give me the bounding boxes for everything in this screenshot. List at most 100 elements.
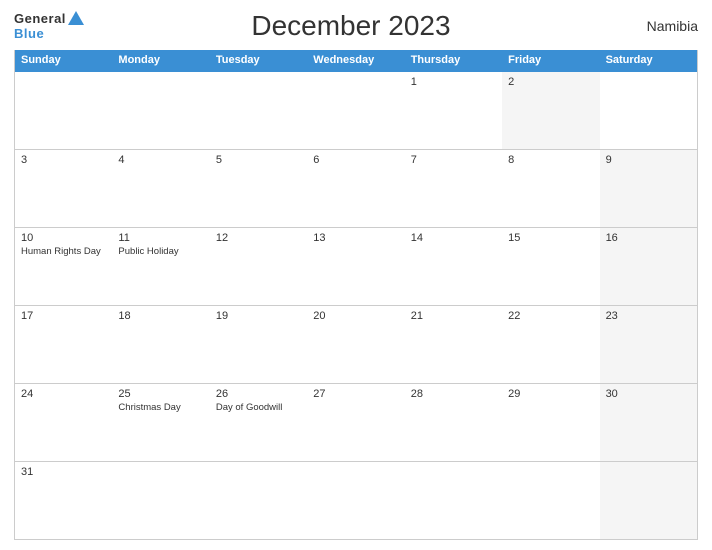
cal-cell-w3-d0: 17 bbox=[15, 306, 112, 383]
day-event: Christmas Day bbox=[118, 402, 203, 414]
cal-cell-w1-d0: 3 bbox=[15, 150, 112, 227]
day-number: 2 bbox=[508, 76, 593, 88]
cal-cell-w3-d6: 23 bbox=[600, 306, 697, 383]
day-number: 8 bbox=[508, 154, 593, 166]
col-wednesday: Wednesday bbox=[307, 50, 404, 70]
calendar-week-2: 10 Human Rights Day 11 Public Holiday 12 13 14… bbox=[15, 227, 697, 305]
day-event: Public Holiday bbox=[118, 246, 203, 258]
col-monday: Monday bbox=[112, 50, 209, 70]
cal-cell-w4-d0: 24 bbox=[15, 384, 112, 461]
cal-cell-w1-d3: 6 bbox=[307, 150, 404, 227]
cal-cell-w5-d5 bbox=[502, 462, 599, 539]
calendar-week-3: 17 18 19 20 21 22 23 bbox=[15, 305, 697, 383]
page-title: December 2023 bbox=[84, 10, 618, 42]
cal-cell-w0-d4: 1 bbox=[405, 72, 502, 149]
day-number: 1 bbox=[411, 76, 496, 88]
cal-cell-w2-d2: 12 bbox=[210, 228, 307, 305]
logo-blue-text: Blue bbox=[14, 26, 44, 41]
day-number: 30 bbox=[606, 388, 691, 400]
cal-cell-w3-d1: 18 bbox=[112, 306, 209, 383]
cal-cell-w4-d1: 25 Christmas Day bbox=[112, 384, 209, 461]
day-number: 3 bbox=[21, 154, 106, 166]
cal-cell-w4-d4: 28 bbox=[405, 384, 502, 461]
day-number: 25 bbox=[118, 388, 203, 400]
cal-cell-w5-d6 bbox=[600, 462, 697, 539]
day-number: 12 bbox=[216, 232, 301, 244]
cal-cell-w2-d0: 10 Human Rights Day bbox=[15, 228, 112, 305]
cal-cell-w0-d6 bbox=[600, 72, 697, 149]
calendar-week-1: 34 56 78 9 bbox=[15, 149, 697, 227]
cal-cell-w3-d5: 22 bbox=[502, 306, 599, 383]
logo: General Blue bbox=[14, 11, 84, 41]
page-header: General Blue December 2023 Namibia bbox=[14, 10, 698, 42]
col-sunday: Sunday bbox=[15, 50, 112, 70]
cal-cell-w2-d3: 13 bbox=[307, 228, 404, 305]
cal-cell-w1-d6: 9 bbox=[600, 150, 697, 227]
day-number: 18 bbox=[118, 310, 203, 322]
day-number: 10 bbox=[21, 232, 106, 244]
day-event: Human Rights Day bbox=[21, 246, 106, 258]
cal-cell-w5-d3 bbox=[307, 462, 404, 539]
cal-cell-w4-d5: 29 bbox=[502, 384, 599, 461]
cal-cell-w2-d5: 15 bbox=[502, 228, 599, 305]
cal-cell-w5-d1 bbox=[112, 462, 209, 539]
day-number: 17 bbox=[21, 310, 106, 322]
cal-cell-w2-d6: 16 bbox=[600, 228, 697, 305]
day-number: 14 bbox=[411, 232, 496, 244]
cal-cell-w0-d0 bbox=[15, 72, 112, 149]
day-number: 19 bbox=[216, 310, 301, 322]
calendar-body: 12345678910Human Rights Day11Public Holi… bbox=[15, 70, 697, 539]
cal-cell-w0-d5: 2 bbox=[502, 72, 599, 149]
cal-cell-w1-d5: 8 bbox=[502, 150, 599, 227]
day-number: 9 bbox=[606, 154, 691, 166]
col-saturday: Saturday bbox=[600, 50, 697, 70]
day-number: 28 bbox=[411, 388, 496, 400]
day-number: 26 bbox=[216, 388, 301, 400]
day-number: 16 bbox=[606, 232, 691, 244]
cal-cell-w3-d2: 19 bbox=[210, 306, 307, 383]
day-number: 11 bbox=[118, 232, 203, 244]
cal-cell-w5-d2 bbox=[210, 462, 307, 539]
calendar-week-4: 24 25 Christmas Day 26 Day of Goodwill 27 28 29… bbox=[15, 383, 697, 461]
col-friday: Friday bbox=[502, 50, 599, 70]
day-number: 15 bbox=[508, 232, 593, 244]
day-number: 29 bbox=[508, 388, 593, 400]
cal-cell-w5-d0: 31 bbox=[15, 462, 112, 539]
col-tuesday: Tuesday bbox=[210, 50, 307, 70]
country-label: Namibia bbox=[618, 18, 698, 34]
cal-cell-w3-d4: 21 bbox=[405, 306, 502, 383]
day-event: Day of Goodwill bbox=[216, 402, 301, 414]
cal-cell-w5-d4 bbox=[405, 462, 502, 539]
cal-cell-w2-d4: 14 bbox=[405, 228, 502, 305]
day-number: 6 bbox=[313, 154, 398, 166]
cal-cell-w1-d1: 4 bbox=[112, 150, 209, 227]
col-thursday: Thursday bbox=[405, 50, 502, 70]
day-number: 21 bbox=[411, 310, 496, 322]
day-number: 23 bbox=[606, 310, 691, 322]
logo-general-text: General bbox=[14, 11, 66, 26]
calendar-week-0: 12 bbox=[15, 70, 697, 149]
cal-cell-w0-d1 bbox=[112, 72, 209, 149]
cal-cell-w4-d2: 26 Day of Goodwill bbox=[210, 384, 307, 461]
day-number: 20 bbox=[313, 310, 398, 322]
calendar-header: Sunday Monday Tuesday Wednesday Thursday… bbox=[15, 50, 697, 70]
cal-cell-w2-d1: 11 Public Holiday bbox=[112, 228, 209, 305]
day-number: 24 bbox=[21, 388, 106, 400]
day-number: 31 bbox=[21, 466, 106, 478]
day-number: 27 bbox=[313, 388, 398, 400]
day-number: 13 bbox=[313, 232, 398, 244]
calendar-week-5: 31 bbox=[15, 461, 697, 539]
cal-cell-w3-d3: 20 bbox=[307, 306, 404, 383]
cal-cell-w4-d6: 30 bbox=[600, 384, 697, 461]
logo-triangle-icon bbox=[68, 11, 84, 25]
calendar-page: General Blue December 2023 Namibia Sunda… bbox=[0, 0, 712, 550]
day-number: 7 bbox=[411, 154, 496, 166]
cal-cell-w0-d2 bbox=[210, 72, 307, 149]
cal-cell-w0-d3 bbox=[307, 72, 404, 149]
cal-cell-w4-d3: 27 bbox=[307, 384, 404, 461]
day-number: 5 bbox=[216, 154, 301, 166]
day-number: 4 bbox=[118, 154, 203, 166]
calendar-grid: Sunday Monday Tuesday Wednesday Thursday… bbox=[14, 50, 698, 540]
cal-cell-w1-d2: 5 bbox=[210, 150, 307, 227]
cal-cell-w1-d4: 7 bbox=[405, 150, 502, 227]
